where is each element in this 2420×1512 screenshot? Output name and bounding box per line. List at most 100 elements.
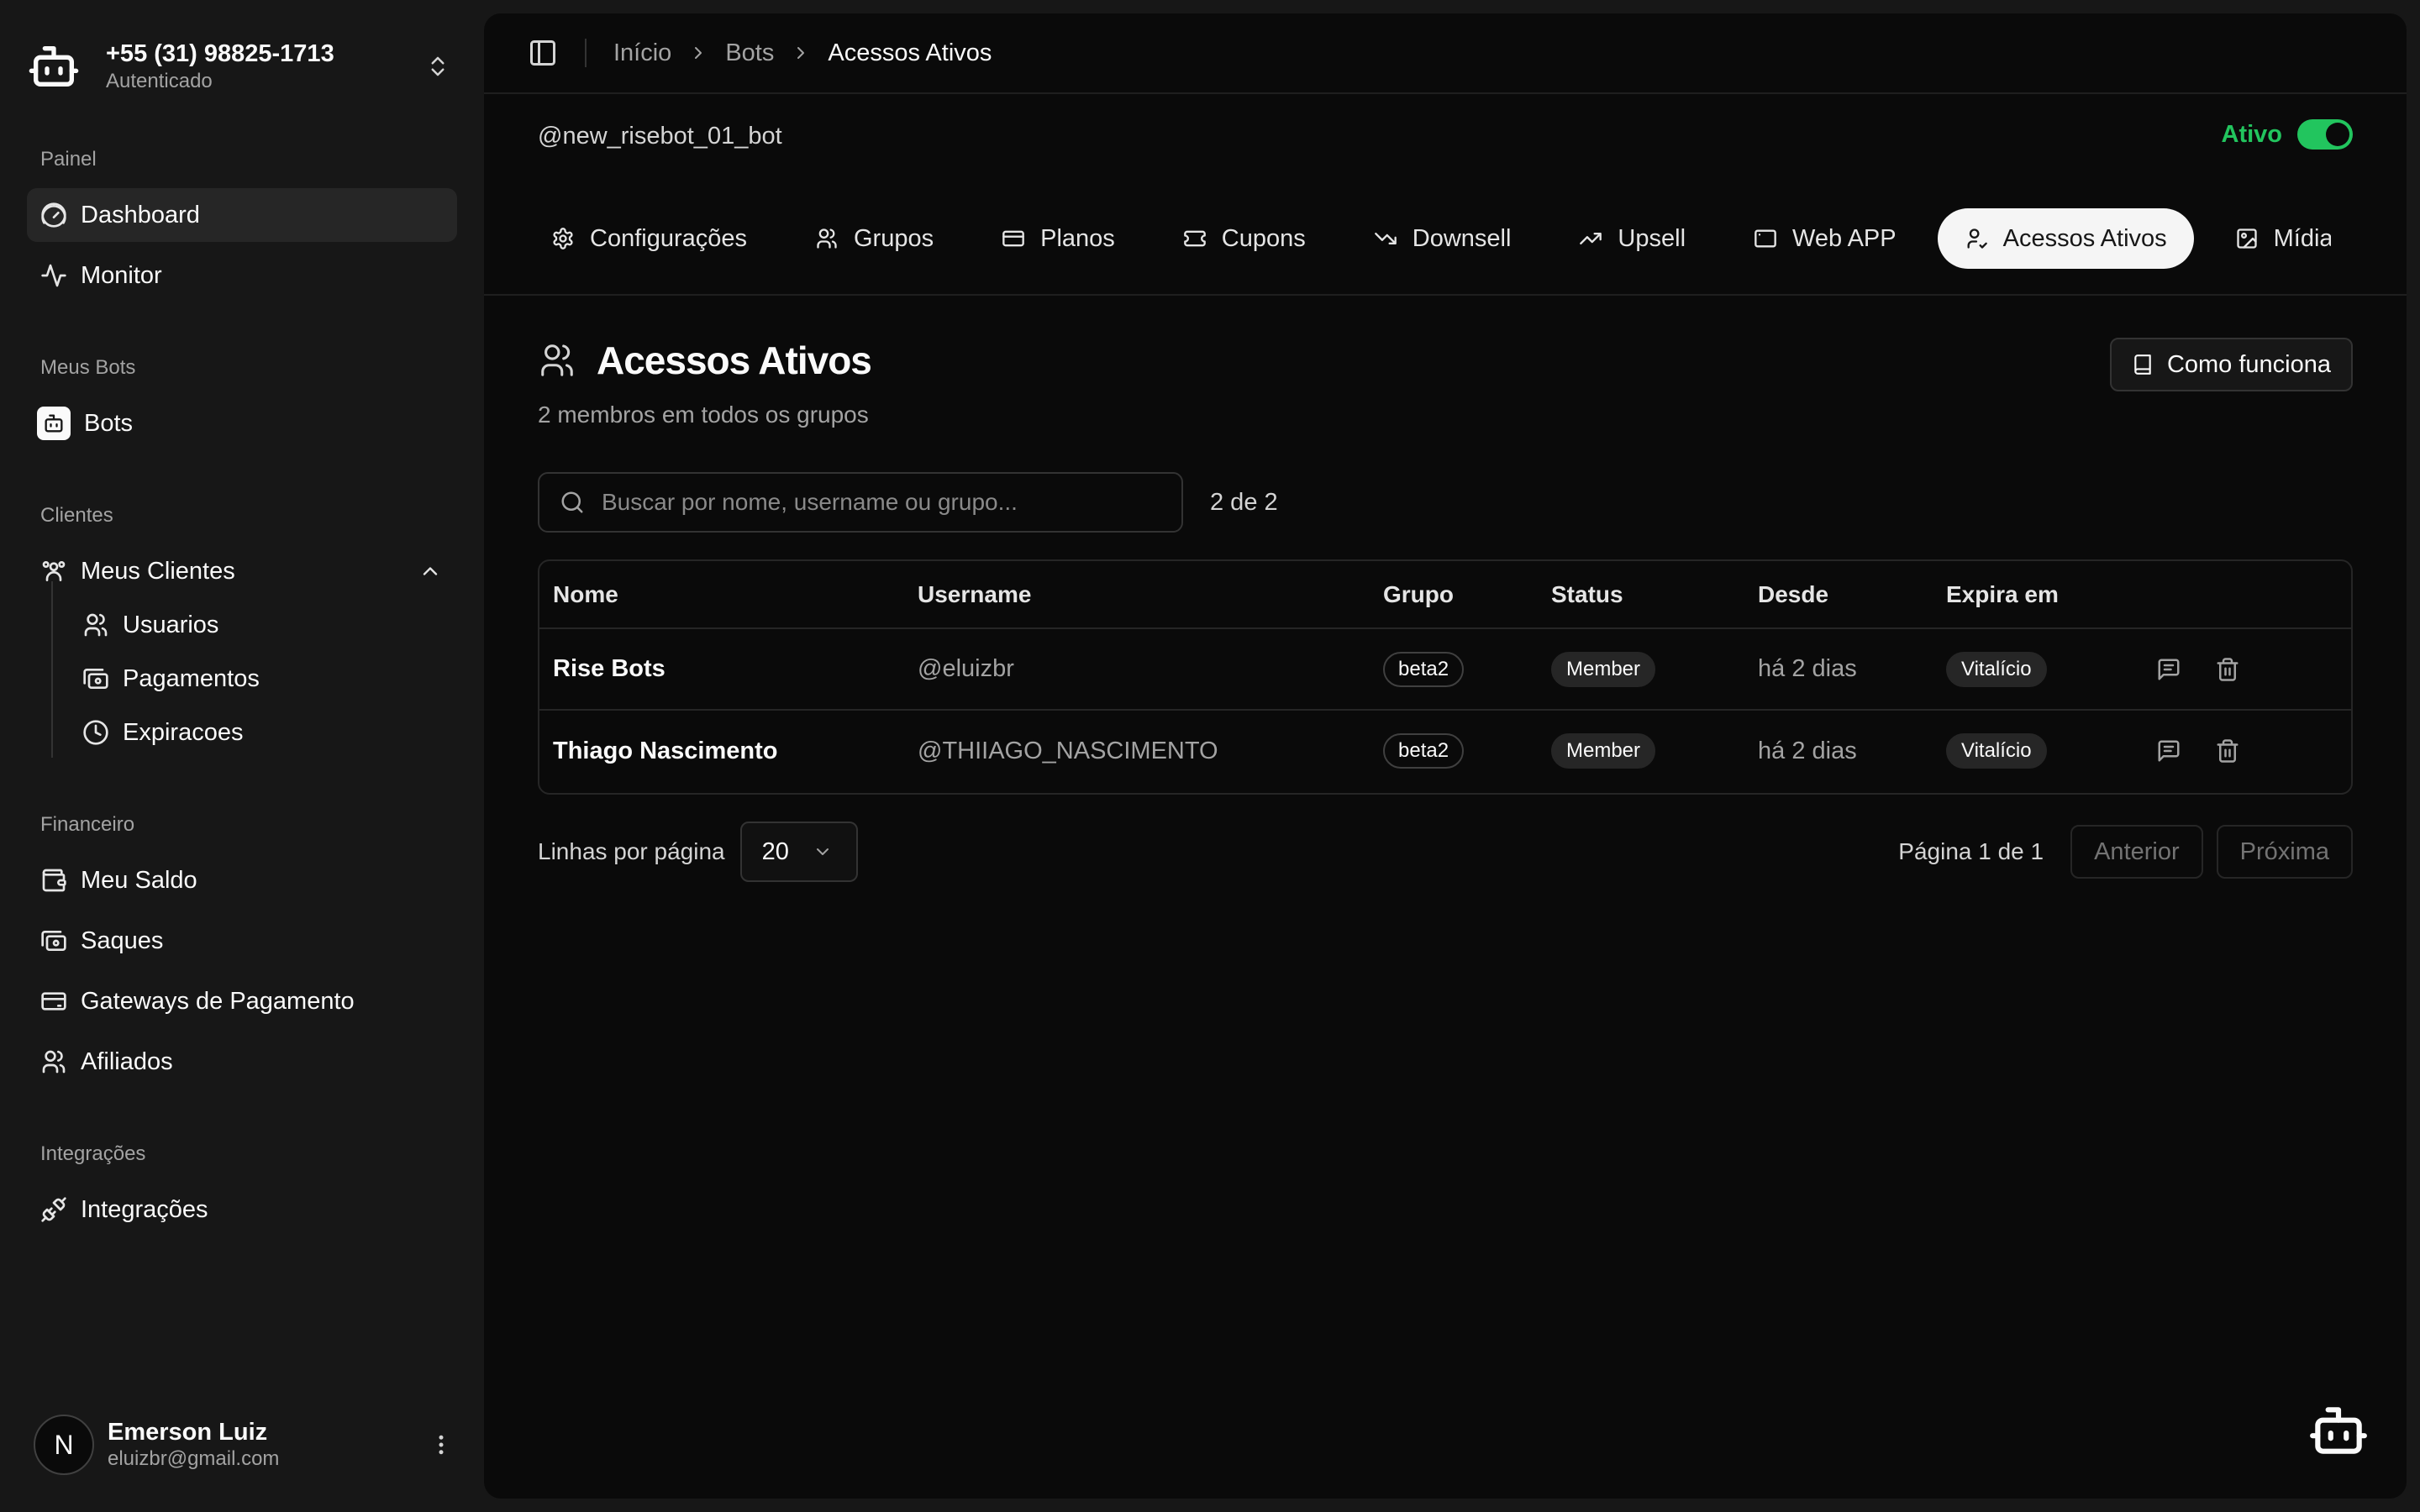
page-title: Acessos Ativos xyxy=(597,339,872,382)
banknote-icon xyxy=(40,927,67,954)
user-check-icon xyxy=(1965,227,1988,250)
tab-label: Planos xyxy=(1040,224,1115,252)
sidebar-item-saques[interactable]: Saques xyxy=(27,914,457,968)
sidebar-item-label: Meu Saldo xyxy=(81,866,197,894)
user-email: eluizbr@gmail.com xyxy=(108,1447,280,1470)
sidebar-item-meus-clientes[interactable]: Meus Clientes xyxy=(27,544,457,598)
sidebar-item-pagamentos[interactable]: Pagamentos xyxy=(71,655,457,702)
user-menu[interactable]: N Emerson Luiz eluizbr@gmail.com xyxy=(34,1415,454,1475)
tab-midias[interactable]: Mídias xyxy=(2208,208,2331,269)
table-header-row: Nome Username Grupo Status Desde Expira … xyxy=(539,561,2351,629)
sidebar-item-expiracoes[interactable]: Expiracoes xyxy=(71,709,457,756)
how-it-works-button[interactable]: Como funciona xyxy=(2109,338,2353,391)
sidebar-item-label: Saques xyxy=(81,927,164,954)
expiry-badge: Vitalício xyxy=(1946,733,2047,769)
rows-per-page-label: Linhas por página xyxy=(538,838,725,864)
activity-icon xyxy=(40,262,67,289)
tab-downsell[interactable]: Downsell xyxy=(1347,208,1539,269)
tab-label: Cupons xyxy=(1221,224,1306,252)
sidebar-item-label: Bots xyxy=(84,409,134,437)
chevrons-up-down-icon xyxy=(425,54,450,79)
cell-username: @THIIAGO_NASCIMENTO xyxy=(918,737,1218,764)
gear-icon xyxy=(551,227,575,250)
search-input[interactable] xyxy=(602,489,1156,516)
next-page-button[interactable]: Próxima xyxy=(2216,825,2353,879)
wallet-icon xyxy=(40,867,67,894)
message-icon[interactable] xyxy=(2156,738,2181,764)
breadcrumb-current: Acessos Ativos xyxy=(828,39,992,66)
plug-icon xyxy=(40,1196,67,1223)
breadcrumb-bots[interactable]: Bots xyxy=(725,39,774,67)
more-vertical-icon[interactable] xyxy=(429,1432,454,1457)
tab-acessos-ativos[interactable]: Acessos Ativos xyxy=(1937,208,2194,269)
group-badge: beta2 xyxy=(1383,651,1465,687)
bot-status: Ativo xyxy=(2221,119,2353,150)
trash-icon[interactable] xyxy=(2215,657,2240,682)
cell-nome: Rise Bots xyxy=(539,628,904,711)
section-integracoes: Integrações xyxy=(40,1142,146,1165)
sidebar-item-integracoes[interactable]: Integrações xyxy=(27,1183,457,1236)
sidebar: +55 (31) 98825-1713 Autenticado Painel D… xyxy=(0,0,484,1512)
sidebar-item-afiliados[interactable]: Afiliados xyxy=(27,1035,457,1089)
users-icon xyxy=(815,227,839,250)
table-row: Rise Bots @eluizbr beta2 Member há 2 dia… xyxy=(539,628,2351,711)
breadcrumb-inicio[interactable]: Início xyxy=(613,39,671,67)
banknote-icon xyxy=(82,665,109,692)
sidebar-item-monitor[interactable]: Monitor xyxy=(27,249,457,302)
rows-per-page: Linhas por página 20 xyxy=(538,822,858,882)
rows-per-page-select[interactable]: 20 xyxy=(739,822,858,882)
users-icon xyxy=(82,612,109,638)
search-icon xyxy=(560,490,585,515)
trash-icon[interactable] xyxy=(2215,738,2240,764)
sidebar-item-gateways[interactable]: Gateways de Pagamento xyxy=(27,974,457,1028)
tab-configuracoes[interactable]: Configurações xyxy=(524,208,774,269)
tab-web-app[interactable]: Web APP xyxy=(1727,208,1923,269)
previous-page-button[interactable]: Anterior xyxy=(2070,825,2203,879)
sidebar-item-label: Gateways de Pagamento xyxy=(81,987,355,1015)
sidebar-item-bots[interactable]: Bots xyxy=(27,396,457,450)
cell-expira: Vitalício xyxy=(1933,628,2143,711)
tab-label: Mídias xyxy=(2273,224,2331,252)
column-header: Expira em xyxy=(1933,561,2143,629)
sidebar-item-dashboard[interactable]: Dashboard xyxy=(27,188,457,242)
ticket-icon xyxy=(1183,227,1207,250)
cell-username: @eluizbr xyxy=(904,628,1370,711)
sidebar-item-meu-saldo[interactable]: Meu Saldo xyxy=(27,853,457,907)
column-header: Nome xyxy=(539,561,904,629)
result-count: 2 de 2 xyxy=(1210,489,1278,516)
status-badge: Member xyxy=(1551,733,1656,769)
sidebar-item-label: Monitor xyxy=(81,261,162,289)
cell-expira: Vitalício xyxy=(1933,710,2143,791)
column-header-actions xyxy=(2143,561,2351,629)
clock-icon xyxy=(82,719,109,746)
sidebar-item-label: Dashboard xyxy=(81,201,200,228)
tab-label: Acessos Ativos xyxy=(2002,224,2167,252)
tab-label: Downsell xyxy=(1412,224,1512,252)
tab-planos[interactable]: Planos xyxy=(975,208,1142,269)
sidebar-item-label: Integrações xyxy=(81,1195,208,1223)
bot-assistant-icon[interactable] xyxy=(2307,1399,2370,1462)
search-field[interactable] xyxy=(538,472,1183,533)
message-icon[interactable] xyxy=(2156,657,2181,682)
breadcrumb: Início Bots Acessos Ativos xyxy=(613,39,992,67)
page-header: Acessos Ativos xyxy=(538,338,872,383)
main-panel: Início Bots Acessos Ativos @new_risebot_… xyxy=(484,13,2407,1499)
tab-upsell[interactable]: Upsell xyxy=(1552,208,1712,269)
users-group-icon xyxy=(40,558,67,585)
cell-desde: há 2 dias xyxy=(1758,737,1857,764)
bot-icon xyxy=(37,407,71,440)
sidebar-toggle-icon[interactable] xyxy=(528,38,558,68)
account-switcher[interactable]: +55 (31) 98825-1713 Autenticado xyxy=(27,30,457,102)
bot-status-label: Ativo xyxy=(2221,120,2283,148)
group-badge: beta2 xyxy=(1383,733,1465,769)
bot-active-toggle[interactable] xyxy=(2297,119,2353,150)
chevron-up-icon xyxy=(418,559,442,583)
column-header: Desde xyxy=(1744,561,1933,629)
sidebar-item-usuarios[interactable]: Usuarios xyxy=(71,601,457,648)
tab-cupons[interactable]: Cupons xyxy=(1156,208,1333,269)
tab-grupos[interactable]: Grupos xyxy=(788,208,960,269)
cell-desde: há 2 dias xyxy=(1744,628,1933,711)
section-meus-bots: Meus Bots xyxy=(40,356,136,379)
users-icon xyxy=(538,341,576,380)
chevron-down-icon xyxy=(813,842,833,862)
